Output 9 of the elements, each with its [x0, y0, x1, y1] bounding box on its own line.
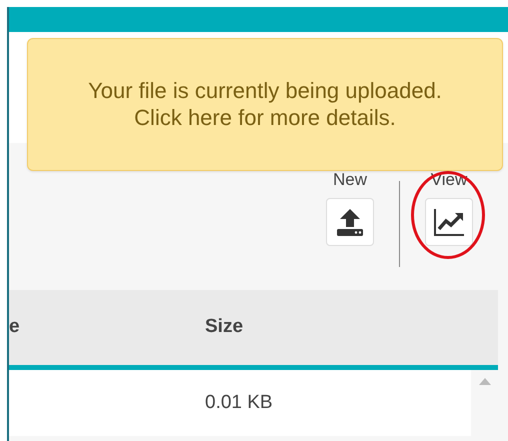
view-button[interactable] [425, 198, 473, 246]
line-chart-icon [433, 207, 465, 237]
table-cell: 0.01 KB [205, 392, 273, 413]
tool-label: New [332, 171, 367, 188]
column-header: e [9, 316, 20, 338]
new-button[interactable] [326, 198, 374, 246]
column-header: Size [205, 316, 244, 338]
upload-alert[interactable]: Your file is currently being uploaded. Click here for more details. [27, 38, 503, 171]
upload-icon [335, 207, 365, 237]
